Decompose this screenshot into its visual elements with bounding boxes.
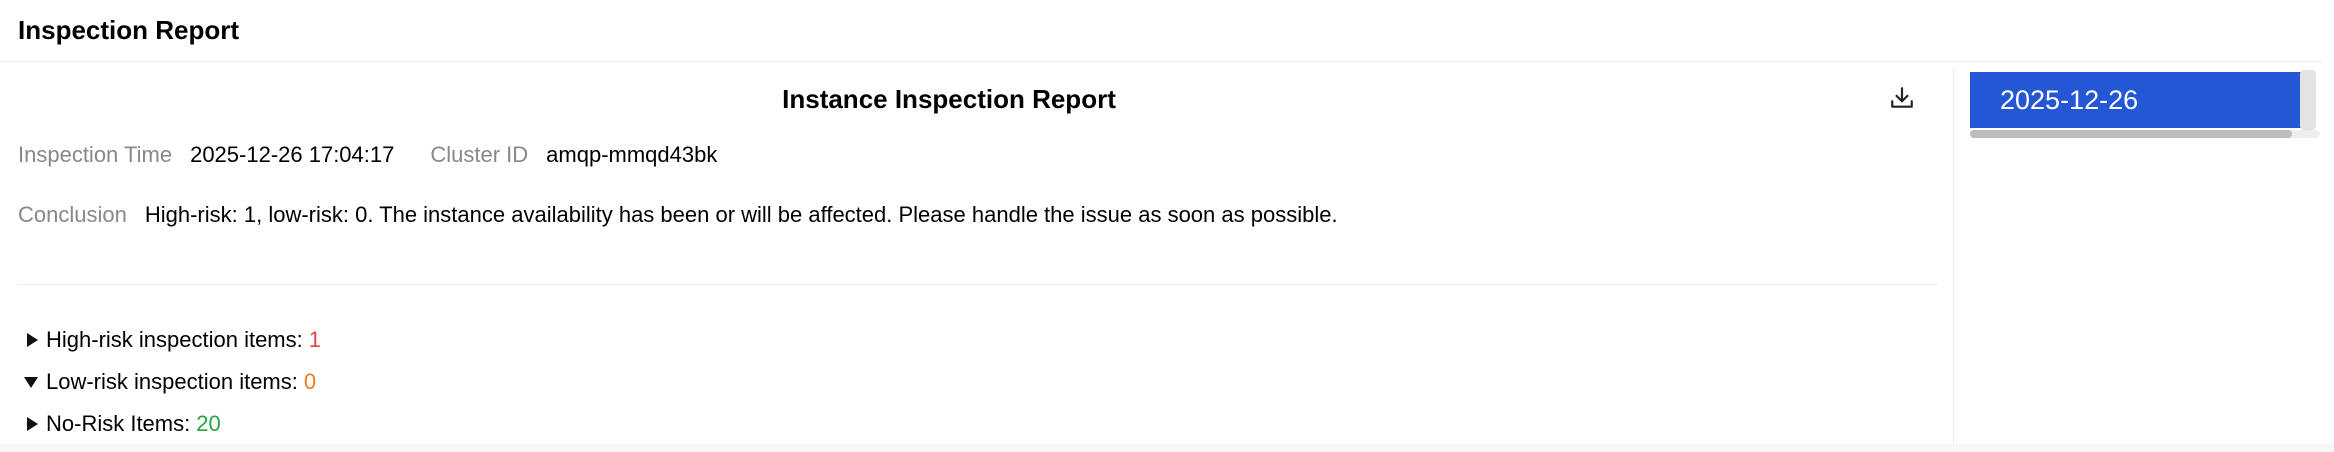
low-risk-items-toggle[interactable]: Low-risk inspection items: 0 [24,369,316,395]
caret-right-icon [24,329,46,351]
caret-right-icon [24,413,46,435]
page-header: Inspection Report [0,0,2322,62]
low-risk-label: Low-risk inspection items: [46,369,298,394]
report-title: Instance Inspection Report [782,84,1116,114]
divider [18,284,1938,285]
report-panel: Instance Inspection Report Inspection Ti… [0,62,1954,444]
page-title: Inspection Report [18,15,240,45]
date-list-item-selected[interactable]: 2025-12-26 [1970,72,2306,128]
conclusion-label: Conclusion [18,202,127,227]
conclusion-value: High-risk: 1, low-risk: 0. The instance … [144,202,1338,227]
high-risk-label: High-risk inspection items: [46,327,303,352]
report-date-sidebar: 2025-12-26 [1960,68,2324,444]
scrollbar-thumb[interactable] [1970,130,2292,138]
caret-down-icon [24,371,46,393]
no-risk-items-toggle[interactable]: No-Risk Items: 20 [24,411,221,437]
inspection-meta-row: Inspection Time 2025-12-26 17:04:17 Cluste… [18,142,717,168]
high-risk-items-toggle[interactable]: High-risk inspection items: 1 [24,327,321,353]
low-risk-count: 0 [303,369,317,394]
download-button[interactable] [1886,82,1918,114]
download-icon [1891,87,1913,108]
conclusion-row: Conclusion High-risk: 1, low-risk: 0. The… [18,202,1338,228]
inspection-time-label: Inspection Time [18,142,173,167]
no-risk-label: No-Risk Items: [46,411,191,436]
cluster-id-value: amqp-mmqd43bk [546,142,718,167]
high-risk-count: 1 [308,327,321,352]
bottom-edge [0,444,2334,452]
no-risk-count: 20 [196,411,221,436]
cluster-id-label: Cluster ID [430,142,529,167]
inspection-time-value: 2025-12-26 17:04:17 [190,142,395,167]
horizontal-scrollbar[interactable] [1970,130,2320,138]
panel-separator [1953,68,1954,444]
vertical-scrollbar[interactable] [2300,70,2316,130]
